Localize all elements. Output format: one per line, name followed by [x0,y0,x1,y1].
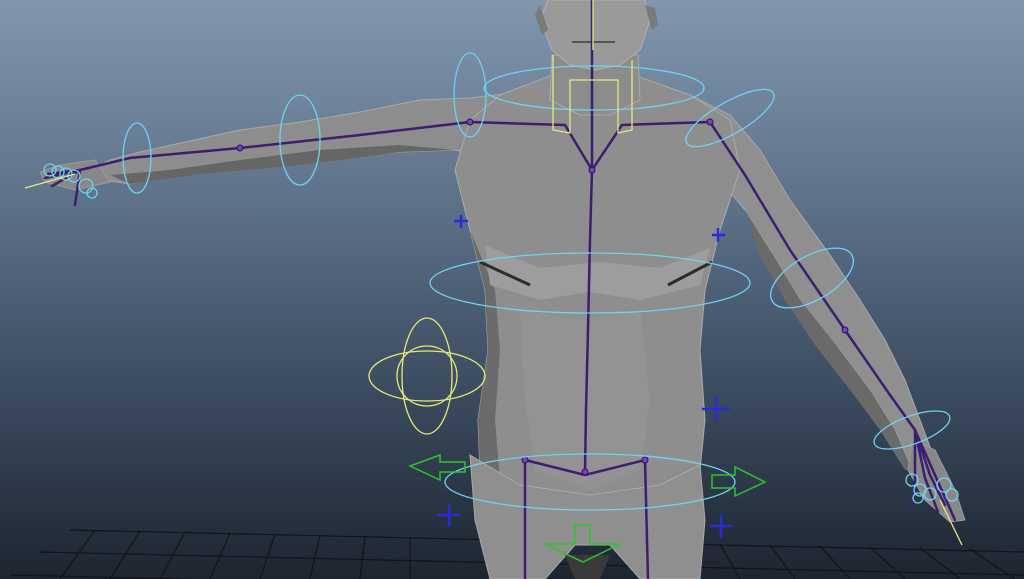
cross-left-elbow-icon[interactable] [454,215,468,228]
cross-right-foot-icon[interactable] [710,515,732,538]
joint-ball[interactable] [236,144,244,152]
arrow-left-icon[interactable] [408,453,466,482]
joint-ball[interactable] [641,456,649,464]
control-cog-ellipse-v[interactable] [401,317,453,435]
character-mesh[interactable] [39,0,966,579]
cross-left-foot-icon[interactable] [437,504,460,527]
cross-right-knee-icon[interactable] [702,396,730,422]
maya-3d-viewport[interactable] [0,0,1024,579]
joint-ball[interactable] [588,166,596,174]
viewport-scene[interactable] [0,0,1024,579]
joint-ball[interactable] [841,326,849,334]
mesh-crotch-shadow [565,555,610,579]
arrow-right-icon[interactable] [711,465,767,498]
joint-ball[interactable] [581,468,589,476]
joint-ball[interactable] [466,118,474,126]
joint-ball[interactable] [706,118,714,126]
control-cog-ellipse-h[interactable] [368,350,486,402]
control-cog-circle[interactable] [396,345,458,407]
joint-ball[interactable] [521,456,529,464]
